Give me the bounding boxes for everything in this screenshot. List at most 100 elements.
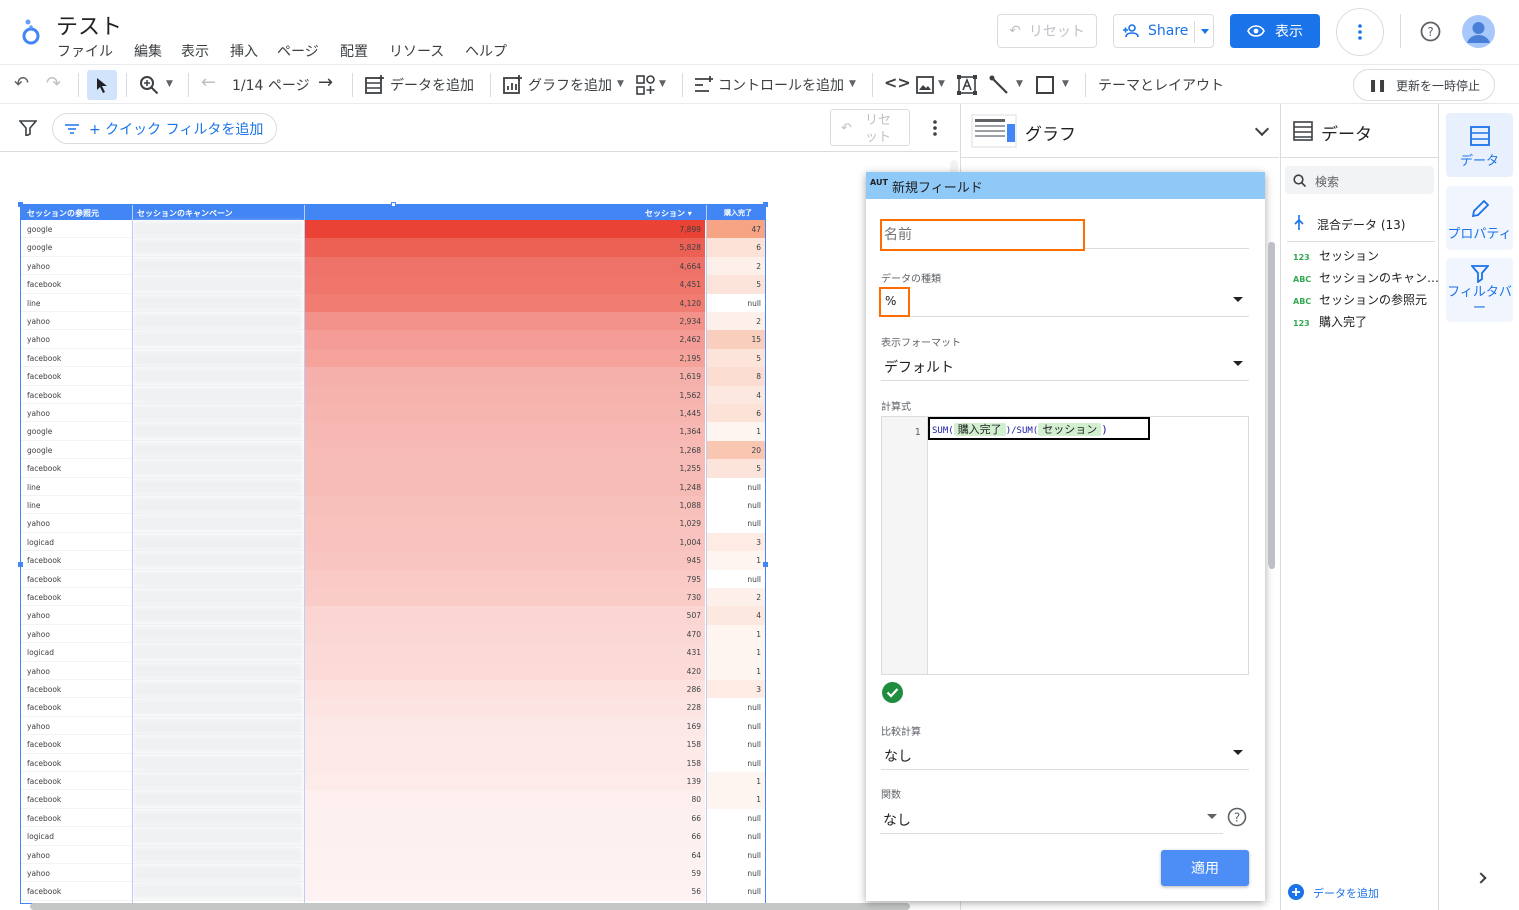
image-icon[interactable] bbox=[916, 76, 934, 94]
canvas-horizontal-scrollbar[interactable] bbox=[30, 903, 910, 910]
formula-expression[interactable]: SUM(購入完了)/SUM(セッション) bbox=[928, 417, 1150, 440]
field-name: セッションのキャン… bbox=[1319, 271, 1440, 285]
cell-campaign-redacted bbox=[133, 717, 303, 734]
function-help-icon[interactable]: ? bbox=[1227, 807, 1247, 827]
cell-purchases: 20 bbox=[707, 440, 765, 460]
add-data-button[interactable]: データを追加 bbox=[390, 75, 474, 95]
resize-handle[interactable] bbox=[763, 202, 768, 207]
cell-campaign-redacted bbox=[133, 460, 303, 477]
reset-button[interactable]: ↶ リセット bbox=[997, 14, 1097, 48]
field-item[interactable]: 123 購入完了 bbox=[1293, 313, 1367, 330]
add-chart-dropdown-icon[interactable]: ▼ bbox=[617, 79, 624, 89]
graph-panel-collapse-icon[interactable] bbox=[1254, 121, 1270, 137]
undo-icon[interactable]: ↶ bbox=[14, 73, 29, 94]
add-control-icon[interactable] bbox=[694, 76, 714, 94]
header-session-source[interactable]: セッションの参照元 bbox=[27, 208, 99, 219]
select-pointer-icon[interactable] bbox=[87, 70, 117, 100]
menu-item[interactable]: 配置 bbox=[340, 41, 368, 61]
cell-campaign-redacted bbox=[133, 846, 303, 863]
line-icon[interactable] bbox=[989, 75, 1009, 95]
quick-filter-button[interactable]: + クイック フィルタを追加 bbox=[52, 113, 277, 144]
cell-purchases: 8 bbox=[707, 367, 765, 386]
prev-page-icon[interactable]: ← bbox=[201, 72, 216, 93]
formula-field-purchases[interactable]: 購入完了 bbox=[953, 423, 1006, 436]
tab-properties[interactable]: プロパティ bbox=[1446, 186, 1513, 250]
formula-sum-open: SUM( bbox=[932, 426, 954, 436]
cell-campaign-redacted bbox=[133, 773, 303, 789]
view-button[interactable]: 表示 bbox=[1230, 14, 1320, 48]
field-name-input[interactable] bbox=[880, 219, 1085, 251]
add-chart-button[interactable]: グラフを追加 bbox=[528, 75, 612, 95]
theme-layout-button[interactable]: テーマとレイアウト bbox=[1098, 75, 1224, 95]
add-data-link[interactable]: データを追加 bbox=[1313, 885, 1379, 901]
add-chart-icon[interactable] bbox=[502, 74, 524, 96]
field-item[interactable]: 123 セッション bbox=[1293, 247, 1379, 264]
share-button[interactable]: Share bbox=[1113, 14, 1214, 48]
cell-sessions-value: 56 bbox=[691, 887, 701, 897]
line-dropdown-icon[interactable]: ▼ bbox=[1016, 79, 1023, 89]
add-control-dropdown-icon[interactable]: ▼ bbox=[849, 79, 856, 89]
cell-campaign-redacted bbox=[133, 791, 303, 808]
format-select[interactable]: デフォルト bbox=[881, 351, 1249, 381]
formula-editor[interactable]: 1 SUM(購入完了)/SUM(セッション) bbox=[881, 416, 1249, 675]
menu-item[interactable]: ヘルプ bbox=[465, 41, 507, 61]
header-session-campaign[interactable]: セッションのキャンペーン bbox=[137, 208, 233, 219]
cell-sessions: 1,004 bbox=[305, 532, 705, 552]
shape-icon[interactable] bbox=[1036, 76, 1054, 94]
filter-more-icon[interactable] bbox=[933, 120, 937, 136]
header-purchases[interactable]: 購入完了 bbox=[724, 208, 752, 218]
report-title[interactable]: テスト bbox=[56, 9, 122, 41]
share-dropdown-icon[interactable] bbox=[1201, 29, 1209, 34]
resize-handle[interactable] bbox=[763, 562, 768, 567]
cell-sessions: 1,268 bbox=[305, 440, 705, 460]
avatar-icon[interactable] bbox=[1462, 15, 1495, 48]
redo-icon[interactable]: ↷ bbox=[46, 73, 61, 94]
filter-icon[interactable] bbox=[19, 120, 37, 136]
community-viz-icon[interactable] bbox=[636, 75, 656, 95]
resize-handle[interactable] bbox=[18, 202, 23, 207]
menu-item[interactable]: 編集 bbox=[134, 41, 162, 61]
resize-handle[interactable] bbox=[18, 562, 23, 567]
formula-close: ) bbox=[1101, 423, 1108, 436]
report-table[interactable]: セッションの参照元 セッションのキャンペーン セッション ▾ 購入完了 goog… bbox=[20, 204, 766, 904]
menu-item[interactable]: 挿入 bbox=[230, 41, 258, 61]
next-page-icon[interactable]: → bbox=[318, 72, 333, 93]
menu-item[interactable]: ファイル bbox=[57, 41, 113, 61]
field-item[interactable]: ABC セッションの参照元 bbox=[1293, 291, 1427, 308]
add-data-plus-icon[interactable] bbox=[1288, 884, 1304, 900]
looker-studio-logo-icon[interactable] bbox=[20, 16, 42, 46]
dialog-scrollbar[interactable] bbox=[1268, 242, 1275, 567]
blended-data-source[interactable]: 混合データ (13) bbox=[1317, 216, 1405, 233]
cell-sessions: 66 bbox=[305, 808, 705, 828]
tab-filter-bar[interactable]: フィルタバー bbox=[1446, 258, 1513, 322]
shape-dropdown-icon[interactable]: ▼ bbox=[1062, 79, 1069, 89]
cell-source: yahoo bbox=[27, 721, 50, 731]
comparison-select[interactable]: なし bbox=[881, 740, 1249, 770]
menu-item[interactable]: リソース bbox=[389, 41, 444, 61]
menu-item[interactable]: ページ bbox=[277, 41, 319, 61]
expand-panel-chevron-icon[interactable] bbox=[1475, 872, 1487, 884]
tab-data[interactable]: データ bbox=[1446, 113, 1513, 177]
data-search-input[interactable]: 検索 bbox=[1285, 166, 1434, 194]
apply-button[interactable]: 適用 bbox=[1161, 850, 1249, 886]
data-type-select[interactable]: % bbox=[879, 287, 1249, 317]
cell-purchases-value: 2 bbox=[756, 317, 761, 326]
header-sessions[interactable]: セッション ▾ bbox=[645, 208, 692, 219]
image-dropdown-icon[interactable]: ▼ bbox=[938, 79, 945, 89]
text-box-icon[interactable] bbox=[957, 75, 977, 95]
field-item[interactable]: ABC セッションのキャン… bbox=[1293, 269, 1439, 286]
filter-reset-button[interactable]: ↶ リセット bbox=[830, 109, 910, 146]
help-icon[interactable]: ? bbox=[1420, 21, 1441, 42]
zoom-dropdown-icon[interactable]: ▼ bbox=[166, 79, 173, 89]
more-options-icon[interactable] bbox=[1336, 8, 1384, 56]
resize-handle[interactable] bbox=[391, 202, 396, 207]
pause-updates-button[interactable]: ❚❚ 更新を一時停止 bbox=[1353, 69, 1495, 101]
add-data-icon[interactable] bbox=[364, 74, 386, 96]
zoom-icon[interactable] bbox=[139, 75, 159, 95]
community-viz-dropdown-icon[interactable]: ▼ bbox=[659, 79, 666, 89]
embed-code-icon[interactable]: <> bbox=[884, 73, 911, 92]
menu-item[interactable]: 表示 bbox=[181, 41, 209, 61]
function-select[interactable]: なし bbox=[880, 804, 1223, 834]
add-control-button[interactable]: コントロールを追加 bbox=[718, 75, 844, 95]
formula-field-sessions[interactable]: セッション bbox=[1038, 423, 1102, 436]
